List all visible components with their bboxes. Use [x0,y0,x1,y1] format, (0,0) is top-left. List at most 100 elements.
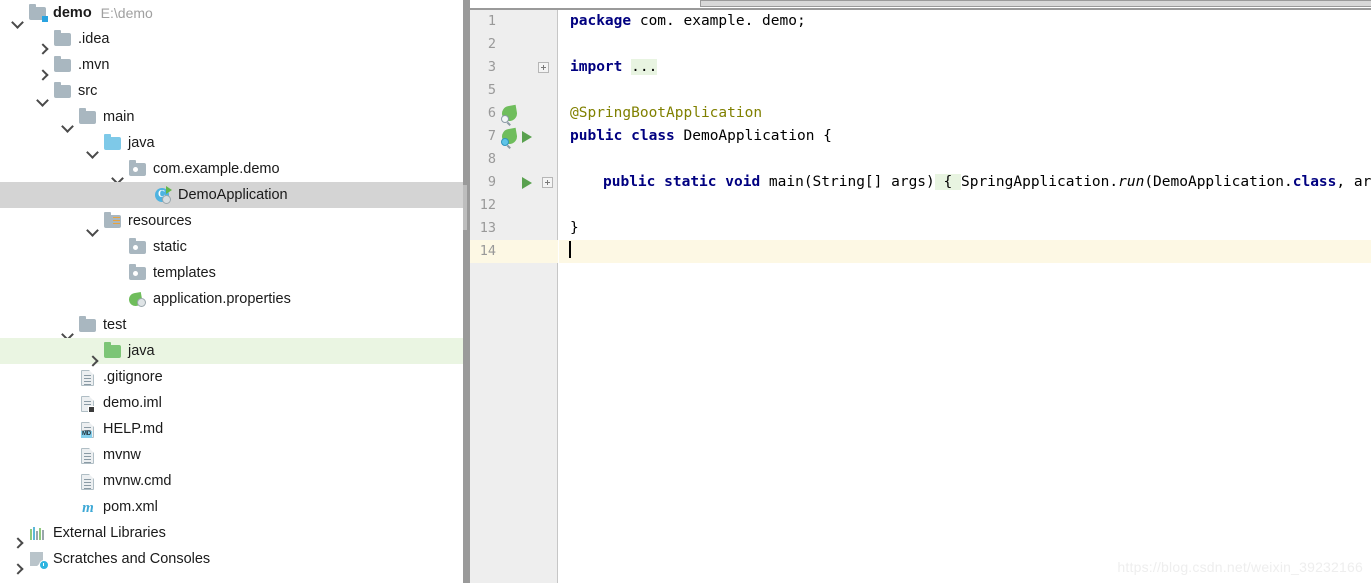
editor-area[interactable]: 1 2 3 5 6 7 8 9 12 13 14 package com. example. dem… [470,0,1371,583]
tree-item-java[interactable]: java [0,130,463,156]
tree-item-resources[interactable]: resources [0,208,463,234]
editor-body[interactable]: 1 2 3 5 6 7 8 9 12 13 14 package com. example. dem… [470,10,1371,583]
file-text-icon [81,448,94,464]
scratches-icon-slot [28,550,49,570]
folder-gray-icon-slot [53,30,73,48]
editor-gutter[interactable]: 1 2 3 5 6 7 8 9 12 13 14 [470,10,558,583]
line-number: 7 [487,128,496,144]
gutter-row-12[interactable]: 12 [470,194,558,217]
code-line-12[interactable] [559,194,1371,217]
tree-item-templates[interactable]: templates [0,260,463,286]
tree-item-mvn[interactable]: .mvn [0,52,463,78]
tree-item-mvnw-cmd[interactable]: mvnw.cmd [0,468,463,494]
gutter-row-9[interactable]: 9 [470,171,558,194]
folder-gray-icon-slot [78,108,98,126]
fold-expand-icon[interactable] [538,62,549,73]
gutter-row-3[interactable]: 3 [470,56,558,79]
module-folder-icon [29,4,48,22]
code-line-7[interactable]: public class DemoApplication { [559,125,1371,148]
code-line-6[interactable]: @SpringBootApplication [559,102,1371,125]
keyword-void: void [725,174,761,190]
code-line-3[interactable]: import ... [559,56,1371,79]
run-gutter-icon[interactable] [522,177,532,189]
tree-item-com-example-demo[interactable]: com.example.demo [0,156,463,182]
gutter-row-6[interactable]: 6 [470,102,558,125]
tree-item-pom-xml[interactable]: m pom.xml [0,494,463,520]
gutter-row-1[interactable]: 1 [470,10,558,33]
gutter-row-7[interactable]: 7 [470,125,558,148]
panel-splitter[interactable] [463,0,470,583]
line-number: 8 [487,151,496,167]
code-line-13[interactable]: } [559,217,1371,240]
file-text-icon-slot [78,472,98,490]
project-path-hint: E:\demo [100,5,153,21]
package-icon-slot [128,238,148,256]
keyword-import: import [570,59,623,75]
tree-item-gitignore[interactable]: .gitignore [0,364,463,390]
code-content[interactable]: package com. example. demo; import ... @… [559,10,1371,583]
file-iml-icon-slot [78,394,98,413]
gutter-row-2[interactable]: 2 [470,33,558,56]
spring-bean-search-icon[interactable] [500,104,519,123]
gutter-row-8[interactable]: 8 [470,148,558,171]
tree-item-label: .idea [78,30,110,47]
watermark-text: https://blog.csdn.net/weixin_39232166 [1117,559,1363,575]
source-root-blue-icon [104,134,121,150]
tree-item-demoapplication[interactable]: C DemoApplication [0,182,463,208]
editor-tab-strip[interactable] [470,0,1371,10]
args-ref: , args); [1336,174,1371,190]
tree-item-label: demo [53,4,92,21]
code-line-14[interactable] [559,240,1371,263]
package-icon [129,238,146,254]
fold-expand-icon[interactable] [542,177,553,188]
module-folder-icon-slot [28,4,48,22]
method-fold-open[interactable]: { [934,174,961,190]
spring-boot-icon[interactable] [500,127,519,146]
tree-item-src[interactable]: src [0,78,463,104]
tree-item-main[interactable]: main [0,104,463,130]
main-signature: main(String[] args) [760,174,935,190]
gutter-row-13[interactable]: 13 [470,217,558,240]
tree-item-demo-iml[interactable]: demo.iml [0,390,463,416]
tree-item-mvnw[interactable]: mvnw [0,442,463,468]
line-number: 2 [487,36,496,52]
tree-item-label: DemoApplication [178,186,288,203]
code-line-9[interactable]: public static void main(String[] args) {… [559,171,1371,194]
tree-item-demo[interactable]: demo E:\demo [0,0,463,26]
tree-item-scratches-and-consoles[interactable]: Scratches and Consoles [0,546,463,572]
import-fold-placeholder[interactable]: ... [631,59,658,75]
external-libraries-icon-slot [28,524,48,542]
code-line-1[interactable]: package com. example. demo; [559,10,1371,33]
gutter-row-14[interactable]: 14 [470,240,558,263]
code-line-5[interactable] [559,79,1371,102]
tree-item-label: demo.iml [103,394,162,411]
file-markdown-icon-slot: MD [78,420,98,438]
project-tree[interactable]: demo E:\demo .idea .mvn src main java com.examp… [0,0,463,572]
tree-item-application-properties[interactable]: application.properties [0,286,463,312]
file-text-icon [81,370,94,386]
code-line-8[interactable] [559,148,1371,171]
demo-application-ref: (DemoApplication. [1144,174,1293,190]
resources-root-icon-slot [103,212,123,230]
run-gutter-icon[interactable] [522,131,532,143]
tree-item-help-md[interactable]: MD HELP.md [0,416,463,442]
tree-item-test[interactable]: test [0,312,463,338]
maven-pom-icon-slot: m [78,498,98,516]
tree-item-label: static [153,238,187,255]
tree-item-external-libraries[interactable]: External Libraries [0,520,463,546]
code-line-2[interactable] [559,33,1371,56]
tree-item-java[interactable]: java [0,338,463,364]
tree-item-static[interactable]: static [0,234,463,260]
gutter-row-5[interactable]: 5 [470,79,558,102]
project-tool-window[interactable]: demo E:\demo .idea .mvn src main java com.examp… [0,0,463,583]
tree-item-label: Scratches and Consoles [53,550,211,567]
folder-gray-icon [79,316,96,332]
tree-item-idea[interactable]: .idea [0,26,463,52]
editor-tab-fragment[interactable] [700,0,1371,7]
tree-item-label: resources [128,212,192,229]
tree-item-label: src [78,82,98,99]
tree-item-label: .mvn [78,56,110,73]
line-number: 12 [479,197,496,213]
package-icon [129,160,146,176]
file-text-icon [81,474,94,490]
